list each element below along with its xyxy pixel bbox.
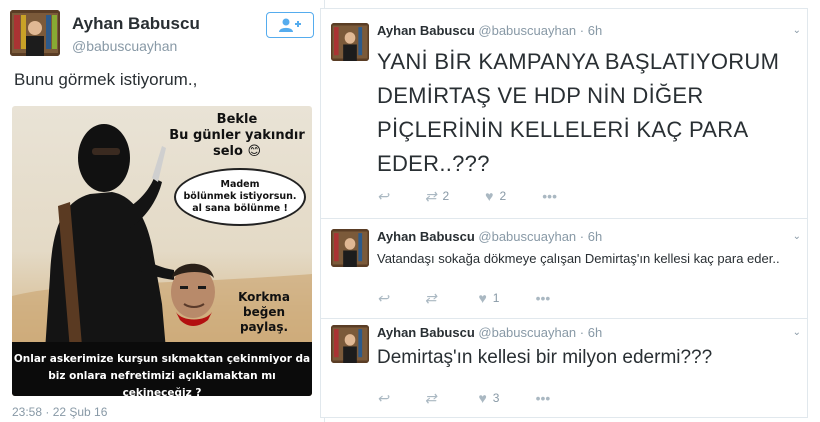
- tweet-text-line: Demirtaş'ın kellesi bir milyon edermi???: [377, 347, 713, 368]
- avatar[interactable]: [331, 23, 369, 61]
- tweet-text-line: YANİ BİR KAMPANYA BAŞLATIYORUM: [377, 49, 780, 74]
- avatar[interactable]: [331, 229, 369, 267]
- reply-button[interactable]: ↩: [377, 291, 389, 305]
- follow-button[interactable]: [266, 12, 314, 38]
- tweet-time[interactable]: · 6h: [580, 325, 602, 340]
- avatar-image: [331, 229, 369, 267]
- tweet-timestamp[interactable]: 23:58 · 22 Şub 16: [12, 405, 107, 419]
- avatar[interactable]: [331, 325, 369, 363]
- retweet-button[interactable]: ⇄ 2: [425, 189, 449, 203]
- meme-top-line: selo 😊: [212, 144, 262, 159]
- more-button[interactable]: •••: [535, 291, 550, 305]
- author-handle[interactable]: @babuscuayhan: [478, 23, 576, 38]
- tweet-text: Vatandaşı sokağa dökmeye çalışan Demirta…: [377, 251, 780, 266]
- like-count: 3: [492, 391, 500, 405]
- reply-icon: ↩: [377, 188, 389, 204]
- heart-icon: ♥: [478, 390, 487, 406]
- timeline-tweet[interactable]: Ayhan Babuscu @babuscuayhan · 6h ⌄ Vatan…: [321, 219, 807, 319]
- author-handle[interactable]: @babuscuayhan: [72, 38, 177, 54]
- like-count: 1: [492, 291, 500, 305]
- tweet-text: Demirtaş'ın kellesi bir milyon edermi???: [377, 347, 712, 369]
- reply-icon: ↩: [377, 290, 389, 306]
- more-button[interactable]: •••: [542, 189, 557, 203]
- author-name[interactable]: Ayhan Babuscu: [72, 14, 200, 34]
- like-count: 2: [499, 189, 507, 203]
- follow-user-icon: [279, 18, 301, 32]
- author-name[interactable]: Ayhan Babuscu: [377, 23, 475, 38]
- tweet-time[interactable]: · 6h: [580, 229, 602, 244]
- caption-line: biz onlara nefretimizi açıklamaktan mı ç…: [48, 370, 276, 396]
- tweet-actions: ↩ ⇄ 2 ♥ 2 •••: [377, 189, 593, 203]
- meme-top-line: Bekle: [216, 112, 258, 127]
- tweet-actions: ↩ ⇄ ♥ 3 •••: [377, 391, 586, 405]
- retweet-button[interactable]: ⇄: [425, 291, 443, 305]
- tweet-text-line: Vatandaşı sokağa dökmeye çalışan Demirta…: [377, 251, 780, 266]
- meme-top-line: Bu günler yakındır: [169, 128, 305, 143]
- bubble-line: al sana bölünme !: [192, 203, 288, 214]
- retweet-icon: ⇄: [424, 188, 437, 204]
- meme-side-line: paylaş.: [239, 320, 289, 334]
- tweet-text-line: PİÇLERİNİN KELLELERİ KAÇ PARA: [377, 117, 749, 142]
- avatar[interactable]: [10, 10, 60, 56]
- tweet-text: YANİ BİR KAMPANYA BAŞLATIYORUM DEMİRTAŞ …: [377, 45, 779, 181]
- meme-side-line: beğen: [243, 305, 285, 319]
- like-button[interactable]: ♥ 1: [478, 291, 499, 305]
- author-name[interactable]: Ayhan Babuscu: [377, 229, 475, 244]
- tweet-text: Bunu görmek istiyorum.,: [14, 70, 198, 89]
- author-handle[interactable]: @babuscuayhan: [478, 229, 576, 244]
- tweet-header: Ayhan Babuscu @babuscuayhan · 6h: [377, 229, 602, 244]
- more-dots-icon: •••: [535, 290, 551, 306]
- more-dots-icon: •••: [535, 390, 551, 406]
- bubble-line: bölünmek istiyorsun.: [183, 191, 297, 202]
- like-button[interactable]: ♥ 3: [478, 391, 499, 405]
- like-button[interactable]: ♥ 2: [485, 189, 506, 203]
- retweet-count: 2: [442, 189, 450, 203]
- author-name[interactable]: Ayhan Babuscu: [377, 325, 475, 340]
- retweet-icon: ⇄: [424, 390, 437, 406]
- tweet-text-line: DEMİRTAŞ VE HDP NİN DİĞER: [377, 83, 704, 108]
- chevron-down-icon[interactable]: ⌄: [793, 327, 801, 338]
- meme-side-line: Korkma: [238, 290, 290, 304]
- more-button[interactable]: •••: [535, 391, 550, 405]
- retweet-button[interactable]: ⇄: [425, 391, 443, 405]
- reply-icon: ↩: [377, 390, 389, 406]
- timeline-tweet[interactable]: Ayhan Babuscu @babuscuayhan · 6h ⌄ YANİ …: [321, 9, 807, 219]
- tweet-header: Ayhan Babuscu @babuscuayhan · 6h: [377, 23, 602, 38]
- reply-button[interactable]: ↩: [377, 189, 389, 203]
- reply-button[interactable]: ↩: [377, 391, 389, 405]
- avatar-image: [331, 325, 369, 363]
- chevron-down-icon[interactable]: ⌄: [793, 231, 801, 242]
- avatar-image: [331, 23, 369, 61]
- tweet-time[interactable]: · 6h: [580, 23, 602, 38]
- retweet-icon: ⇄: [424, 290, 437, 306]
- bubble-line: Madem: [220, 179, 260, 190]
- heart-icon: ♥: [485, 188, 494, 204]
- meme-caption: Onlar askerimize kurşun sıkmaktan çekinm…: [12, 342, 312, 396]
- avatar-image: [10, 10, 60, 56]
- speech-bubble: Madem bölünmek istiyorsun. al sana bölün…: [174, 168, 306, 226]
- tweet-text-line: EDER..???: [377, 151, 490, 176]
- meme-side-text: Korkma beğen paylaş.: [222, 290, 306, 335]
- chevron-down-icon[interactable]: ⌄: [793, 25, 801, 36]
- timeline-tweet[interactable]: Ayhan Babuscu @babuscuayhan · 6h ⌄ Demir…: [321, 319, 807, 419]
- heart-icon: ♥: [478, 290, 487, 306]
- author-handle[interactable]: @babuscuayhan: [478, 325, 576, 340]
- meme-top-text: Bekle Bu günler yakındır selo 😊: [162, 112, 312, 160]
- left-tweet-card: Ayhan Babuscu @babuscuayhan Bunu görmek …: [0, 0, 325, 422]
- tweet-actions: ↩ ⇄ ♥ 1 •••: [377, 291, 586, 305]
- caption-line: Onlar askerimize kurşun sıkmaktan çekinm…: [13, 353, 311, 365]
- tweet-header: Ayhan Babuscu @babuscuayhan · 6h: [377, 325, 602, 340]
- more-dots-icon: •••: [542, 188, 557, 204]
- meme-image[interactable]: Bekle Bu günler yakındır selo 😊 Madem bö…: [12, 106, 312, 396]
- timeline: Ayhan Babuscu @babuscuayhan · 6h ⌄ YANİ …: [320, 8, 808, 418]
